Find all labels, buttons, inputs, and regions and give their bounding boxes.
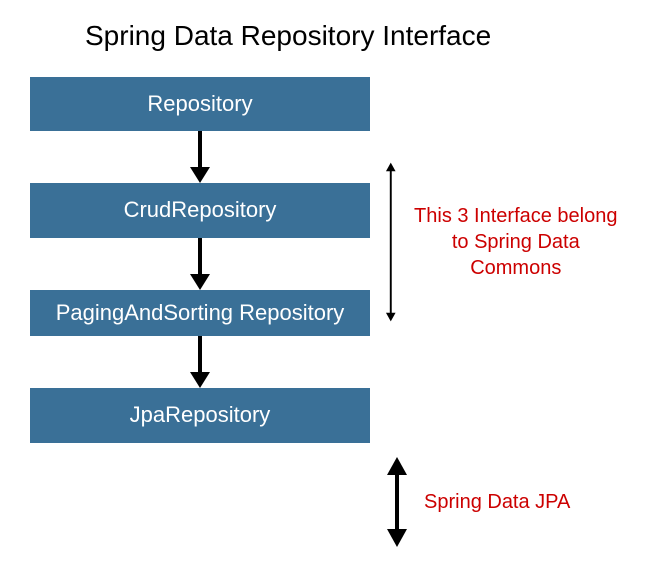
arrow-down-icon	[188, 336, 212, 388]
bracket-group-commons: This 3 Interface belong to Spring Data C…	[385, 77, 620, 407]
box-crud-repository: CrudRepository	[30, 183, 370, 237]
diagram-content: Repository CrudRepository PagingAndSorti…	[30, 77, 620, 443]
box-label: Repository	[147, 91, 252, 117]
hierarchy-column: Repository CrudRepository PagingAndSorti…	[30, 77, 370, 443]
box-repository: Repository	[30, 77, 370, 131]
arrow-down-icon	[188, 131, 212, 183]
annotations-column: This 3 Interface belong to Spring Data C…	[385, 77, 620, 443]
annotation-jpa: Spring Data JPA	[424, 489, 570, 515]
bracket-group-jpa: Spring Data JPA	[385, 457, 570, 547]
double-arrow-icon	[385, 457, 409, 547]
diagram-title: Spring Data Repository Interface	[30, 20, 620, 52]
arrow-down-icon	[188, 238, 212, 290]
box-jpa-repository: JpaRepository	[30, 388, 370, 442]
double-arrow-icon	[385, 77, 397, 407]
box-paging-sorting-repository: PagingAndSorting Repository	[30, 290, 370, 336]
arrow-connector	[188, 131, 212, 183]
arrow-connector	[188, 336, 212, 388]
box-label: CrudRepository	[124, 197, 277, 223]
arrow-connector	[188, 238, 212, 290]
annotation-commons: This 3 Interface belong to Spring Data C…	[412, 203, 620, 281]
box-label: JpaRepository	[130, 402, 271, 428]
box-label: PagingAndSorting Repository	[56, 300, 345, 326]
